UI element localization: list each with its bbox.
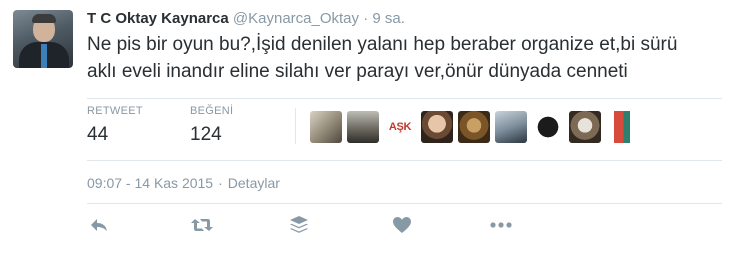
reply-button[interactable] [87, 214, 111, 236]
retweet-count-label: RETWEET [87, 105, 143, 117]
tweet-timestamp: 09:07 - 14 Kas 2015 · Detaylar [87, 175, 280, 191]
retweet-stat[interactable]: RETWEET 44 [87, 105, 143, 148]
user-handle[interactable]: @Kaynarca_Oktay [233, 10, 359, 27]
buffer-button[interactable] [287, 214, 311, 236]
retweet-count: 44 [87, 124, 109, 145]
stats-separator [295, 108, 296, 144]
timestamp-separator: · [218, 175, 223, 191]
tweet-text-line-2: aklı eveli inandır eline silahı ver para… [87, 61, 628, 82]
liker-avatar[interactable] [606, 111, 638, 143]
liker-avatar-ask-text: AŞK [388, 121, 412, 133]
liker-avatar[interactable] [532, 111, 564, 143]
reply-icon [91, 219, 107, 231]
actions-top-divider [87, 203, 722, 204]
buffer-icon [290, 216, 308, 233]
like-button[interactable] [390, 214, 414, 236]
header-separator: · [363, 10, 369, 27]
tweet-time[interactable]: 09:07 - 14 Kas 2015 [87, 175, 213, 191]
liker-avatar[interactable] [569, 111, 601, 143]
retweet-button[interactable] [190, 214, 214, 236]
details-link[interactable]: Detaylar [228, 175, 280, 191]
retweet-icon [191, 219, 213, 231]
liker-avatars: AŞK [310, 111, 638, 143]
display-name[interactable]: T C Oktay Kaynarca [87, 10, 229, 27]
avatar[interactable] [13, 10, 73, 68]
liker-avatar[interactable] [495, 111, 527, 143]
stats-bottom-divider [87, 160, 722, 161]
like-stat[interactable]: BEĞENİ 124 [190, 105, 233, 148]
more-icon [490, 222, 512, 228]
liker-avatar[interactable] [458, 111, 490, 143]
tweet-text: Ne pis bir oyun bu?,İşid denilen yalanı … [87, 31, 717, 85]
liker-avatar[interactable] [310, 111, 342, 143]
like-count-label: BEĞENİ [190, 105, 234, 117]
tweet-header: T C Oktay Kaynarca @Kaynarca_Oktay · 9 s… [87, 10, 405, 27]
tweet-text-line-1: Ne pis bir oyun bu?,İşid denilen yalanı … [87, 34, 678, 55]
time-ago[interactable]: 9 sa. [372, 10, 405, 27]
more-button[interactable] [489, 214, 513, 236]
tweet-actions [87, 214, 527, 236]
liker-avatar-ask[interactable]: AŞK [384, 111, 416, 143]
liker-avatar[interactable] [347, 111, 379, 143]
liker-avatar[interactable] [421, 111, 453, 143]
like-count: 124 [190, 124, 222, 145]
stats-top-divider [87, 98, 722, 99]
like-icon [393, 217, 411, 233]
tweet-card: T C Oktay Kaynarca @Kaynarca_Oktay · 9 s… [0, 0, 730, 254]
